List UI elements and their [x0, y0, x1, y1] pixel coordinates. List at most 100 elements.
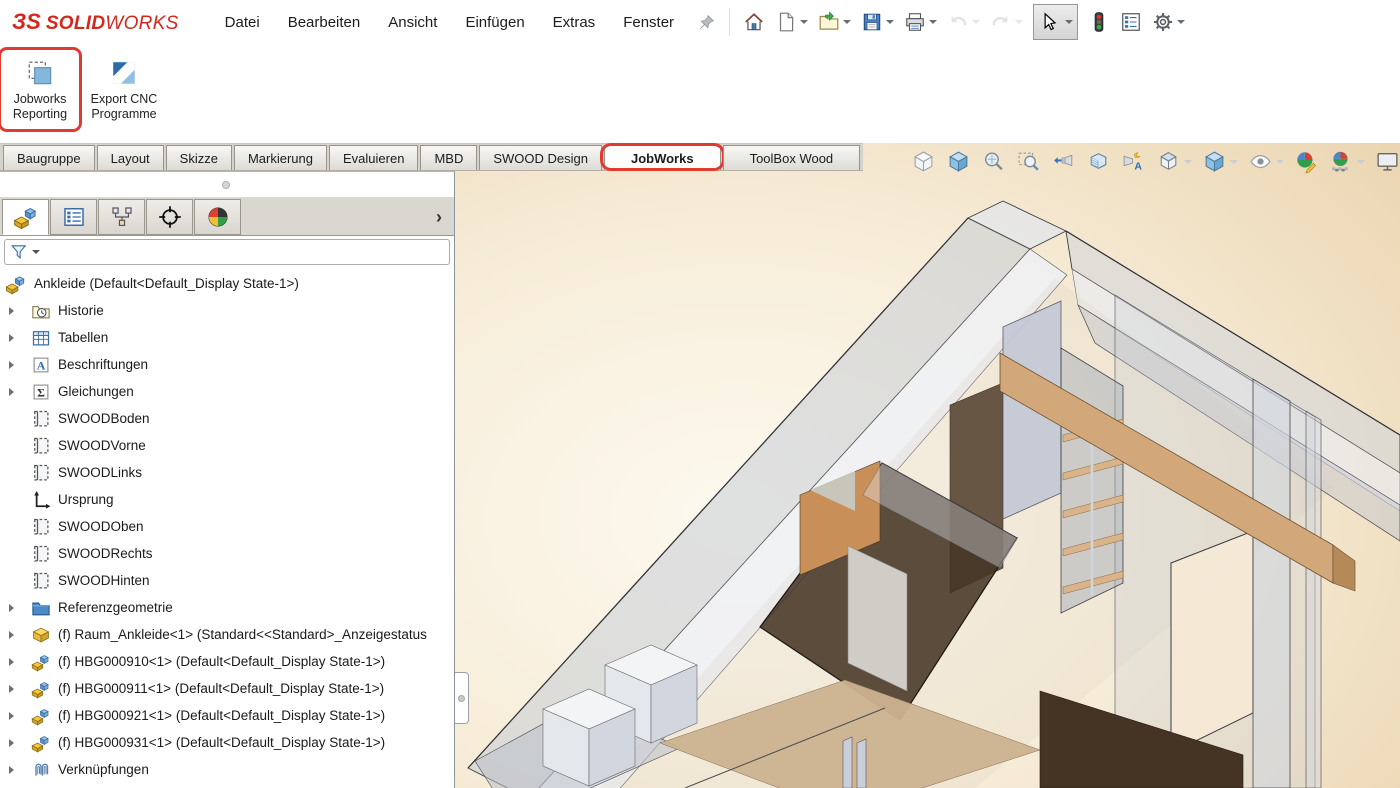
section-view-icon[interactable] — [1086, 149, 1111, 174]
filter-caret[interactable] — [32, 250, 40, 254]
tree-row[interactable]: (f) Raum_Ankleide<1> (Standard<<Standard… — [0, 621, 454, 648]
print-caret[interactable] — [929, 20, 937, 24]
toolbar-separator — [729, 8, 730, 36]
tab-skizze[interactable]: Skizze — [166, 145, 232, 170]
tab-layout[interactable]: Layout — [97, 145, 164, 170]
expander[interactable] — [5, 766, 31, 774]
settings-button[interactable] — [1149, 9, 1188, 35]
graphics-viewport[interactable] — [455, 143, 1400, 788]
expander[interactable] — [5, 334, 31, 342]
view-orientation-caret[interactable] — [1184, 160, 1192, 164]
previous-view-icon[interactable] — [1051, 149, 1076, 174]
tree-row[interactable]: Referenzgeometrie — [0, 594, 454, 621]
panel-expand-arrow[interactable]: › — [430, 207, 448, 228]
featuremanager-tab[interactable] — [2, 199, 49, 235]
jobworks-reporting-button[interactable]: Jobworks Reporting — [2, 54, 78, 126]
tree-row[interactable]: Verknüpfungen — [0, 756, 454, 783]
tab-toolbox-wood[interactable]: ToolBox Wood — [723, 145, 861, 170]
redo-button — [987, 9, 1026, 35]
view-annotations-icon[interactable] — [1121, 149, 1146, 174]
tree-row[interactable]: (f) HBG000911<1> (Default<Default_Displa… — [0, 675, 454, 702]
open-document-caret[interactable] — [843, 20, 851, 24]
save-button[interactable] — [858, 9, 897, 35]
menu-einfuegen[interactable]: Einfügen — [451, 8, 538, 37]
tree-filter-input[interactable] — [4, 239, 450, 265]
tab-swood-design[interactable]: SWOOD Design — [479, 145, 602, 170]
pin-menu-icon[interactable] — [698, 14, 715, 31]
tab-baugruppe[interactable]: Baugruppe — [3, 145, 95, 170]
tree-row[interactable]: (f) HBG000931<1> (Default<Default_Displa… — [0, 729, 454, 756]
tree-row[interactable]: SWOODOben — [0, 513, 454, 540]
expander[interactable] — [5, 307, 31, 315]
view-orientation-icon[interactable] — [1156, 149, 1192, 174]
tree-row[interactable]: (f) HBG000910<1> (Default<Default_Displa… — [0, 648, 454, 675]
tree-row[interactable]: Ursprung — [0, 486, 454, 513]
home-button[interactable] — [740, 9, 768, 35]
plane-icon — [31, 544, 51, 564]
propertymanager-tab[interactable] — [50, 199, 97, 235]
traffic-light-button[interactable] — [1085, 9, 1113, 35]
display-style-caret[interactable] — [1230, 160, 1238, 164]
export-cnc-button[interactable]: Export CNC Programme — [86, 54, 162, 126]
expander[interactable] — [5, 739, 31, 747]
apply-scene-caret[interactable] — [1357, 160, 1365, 164]
expander[interactable] — [5, 388, 31, 396]
menu-items: Datei Bearbeiten Ansicht Einfügen Extras… — [211, 8, 688, 37]
hide-show-caret[interactable] — [1276, 160, 1284, 164]
menu-bar: ЗS SOLIDWORKS Datei Bearbeiten Ansicht E… — [0, 0, 1400, 45]
select-tool-caret[interactable] — [1065, 20, 1073, 24]
new-document-button[interactable] — [772, 9, 811, 35]
open-document-button[interactable] — [815, 9, 854, 35]
shaded-cube-icon[interactable] — [946, 149, 971, 174]
settings-caret[interactable] — [1177, 20, 1185, 24]
tree-row[interactable]: Beschriftungen — [0, 351, 454, 378]
displaymanager-tab[interactable] — [194, 199, 241, 235]
expander[interactable] — [5, 712, 31, 720]
panel-splitter[interactable] — [0, 172, 454, 197]
view-settings-icon[interactable] — [1375, 149, 1400, 174]
tab-evaluieren[interactable]: Evaluieren — [329, 145, 418, 170]
tree-row[interactable]: SWOODVorne — [0, 432, 454, 459]
tree-row[interactable]: SWOODBoden — [0, 405, 454, 432]
tree-row[interactable]: SWOODRechts — [0, 540, 454, 567]
panel-collapse-handle[interactable] — [455, 672, 469, 724]
expander[interactable] — [5, 631, 31, 639]
tab-mbd[interactable]: MBD — [420, 145, 477, 170]
zoom-to-area-icon[interactable] — [1016, 149, 1041, 174]
expander[interactable] — [5, 604, 31, 612]
dimxpert-tab[interactable] — [146, 199, 193, 235]
splitter-dot[interactable] — [222, 181, 230, 189]
configurationmanager-tab[interactable] — [98, 199, 145, 235]
apply-scene-icon[interactable] — [1329, 149, 1365, 174]
display-style-icon[interactable] — [1202, 149, 1238, 174]
expander[interactable] — [5, 658, 31, 666]
tree-row[interactable]: Gleichungen — [0, 378, 454, 405]
tree-row[interactable] — [0, 783, 454, 788]
save-caret[interactable] — [886, 20, 894, 24]
zoom-icon[interactable] — [981, 149, 1006, 174]
tree-row[interactable]: Tabellen — [0, 324, 454, 351]
tree-row[interactable]: SWOODLinks — [0, 459, 454, 486]
tree-row[interactable]: (f) HBG000921<1> (Default<Default_Displa… — [0, 702, 454, 729]
print-button[interactable] — [901, 9, 940, 35]
viewport-3d-model — [455, 143, 1400, 788]
tree-row[interactable]: Historie — [0, 297, 454, 324]
menu-bearbeiten[interactable]: Bearbeiten — [274, 8, 375, 37]
tab-jobworks[interactable]: JobWorks — [604, 145, 721, 170]
undo-caret — [972, 20, 980, 24]
menu-datei[interactable]: Datei — [211, 8, 274, 37]
tree-row-root[interactable]: Ankleide (Default<Default_Display State-… — [0, 270, 454, 297]
tab-markierung[interactable]: Markierung — [234, 145, 327, 170]
menu-fenster[interactable]: Fenster — [609, 8, 688, 37]
hide-show-items-icon[interactable] — [1248, 149, 1284, 174]
expander[interactable] — [5, 361, 31, 369]
menu-ansicht[interactable]: Ansicht — [374, 8, 451, 37]
edit-appearance-icon[interactable] — [1294, 149, 1319, 174]
tree-row[interactable]: SWOODHinten — [0, 567, 454, 594]
menu-extras[interactable]: Extras — [539, 8, 610, 37]
select-tool-button[interactable] — [1033, 4, 1078, 40]
command-options-button[interactable] — [1117, 9, 1145, 35]
zoom-to-fit-icon[interactable] — [911, 149, 936, 174]
new-document-caret[interactable] — [800, 20, 808, 24]
expander[interactable] — [5, 685, 31, 693]
